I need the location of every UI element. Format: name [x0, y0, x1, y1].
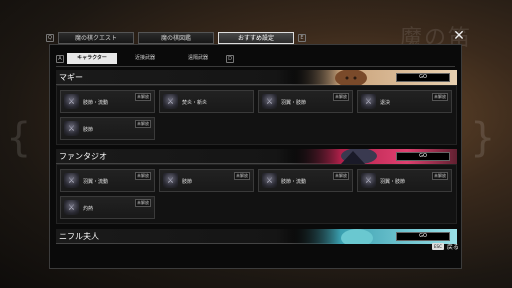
recommendation-card[interactable]: ⚔ 退決 未解放 — [357, 90, 452, 113]
recommendation-card[interactable]: ⚔ 焚炎・新炎 — [159, 90, 254, 113]
weapon-icon: ⚔ — [64, 94, 79, 109]
card-label: 肢節・流動 — [281, 179, 307, 185]
weapon-icon: ⚔ — [64, 173, 79, 188]
tab-prev-key[interactable]: Q — [46, 34, 54, 42]
card-label: 羽翼・流動 — [83, 179, 109, 185]
weapon-icon: ⚔ — [262, 173, 277, 188]
recommendation-card[interactable]: ⚔ 肢節・流動 未解放 — [258, 169, 353, 192]
weapon-icon: ⚔ — [64, 200, 79, 215]
esc-key: ESC — [432, 243, 444, 250]
status-badge: 未解放 — [432, 172, 448, 180]
weapon-icon: ⚔ — [163, 94, 178, 109]
recommended-card-list: ⚔ 羽翼・流動 未解放 ⚔ 肢節 未解放 ⚔ 肢節・流動 未解放 ⚔ 羽翼・肢節… — [56, 164, 457, 224]
subtab-melee-weapon[interactable]: 近接武器 — [120, 53, 170, 64]
recommendation-card[interactable]: ⚔ 肢節・流動 未解放 — [60, 90, 155, 113]
character-name: ニフル夫人 — [59, 232, 99, 241]
recommendation-card[interactable]: ⚔ 肢節 未解放 — [159, 169, 254, 192]
recommendation-card[interactable]: ⚔ 羽翼・肢節 未解放 — [357, 169, 452, 192]
status-badge: 未解放 — [135, 172, 151, 180]
top-tab-bar: Q 魔の棋クエスト 魔の棋図鑑 おすすめ設定 E — [46, 32, 306, 44]
status-badge: 未解放 — [135, 199, 151, 207]
tab-encyclopedia[interactable]: 魔の棋図鑑 — [138, 32, 214, 44]
weapon-icon: ⚔ — [361, 173, 376, 188]
divider — [56, 66, 455, 67]
character-name: マギー — [59, 73, 83, 82]
status-badge: 未解放 — [135, 93, 151, 101]
status-badge: 未解放 — [234, 172, 250, 180]
sub-tab-bar: A キャラクター 近接武器 遠隔武器 D — [56, 53, 234, 64]
go-button[interactable]: GO — [396, 152, 450, 161]
recommendation-card[interactable]: ⚔ 灼熱 未解放 — [60, 196, 155, 219]
status-badge: 未解放 — [135, 120, 151, 128]
recommendation-card[interactable]: ⚔ 羽翼・流動 未解放 — [60, 169, 155, 192]
subtab-prev-key[interactable]: A — [56, 54, 64, 63]
weapon-icon: ⚔ — [64, 121, 79, 136]
card-label: 退決 — [380, 100, 391, 106]
go-button[interactable]: GO — [396, 232, 450, 241]
status-badge: 未解放 — [333, 93, 349, 101]
recommendation-card[interactable]: ⚔ 羽翼・肢節 未解放 — [258, 90, 353, 113]
subtab-ranged-weapon[interactable]: 遠隔武器 — [173, 53, 223, 64]
tab-recommended-settings[interactable]: おすすめ設定 — [218, 32, 294, 44]
back-label: 戻る — [446, 244, 459, 251]
right-bracket-ornament: } — [470, 115, 496, 161]
weapon-icon: ⚔ — [262, 94, 277, 109]
card-label: 羽翼・肢節 — [380, 179, 406, 185]
subtab-character[interactable]: キャラクター — [67, 53, 117, 64]
weapon-icon: ⚔ — [361, 94, 376, 109]
left-bracket-ornament: { — [6, 115, 32, 161]
go-button[interactable]: GO — [396, 73, 450, 82]
card-label: 肢節 — [83, 127, 94, 133]
recommended-card-list: ⚔ 肢節・流動 未解放 ⚔ 焚炎・新炎 ⚔ 羽翼・肢節 未解放 ⚔ 退決 未解放… — [56, 85, 457, 145]
character-banner: ファンタジオ GO — [56, 149, 457, 164]
character-section: ファンタジオ GO ⚔ 羽翼・流動 未解放 ⚔ 肢節 未解放 ⚔ 肢節・流動 未… — [56, 149, 457, 224]
character-banner: マギー GO — [56, 70, 457, 85]
character-section: マギー GO ⚔ 肢節・流動 未解放 ⚔ 焚炎・新炎 ⚔ 羽翼・肢節 未解放 ⚔… — [56, 70, 457, 145]
subtab-next-key[interactable]: D — [226, 54, 234, 63]
character-section: ニフル夫人 GO — [56, 229, 457, 244]
status-badge: 未解放 — [333, 172, 349, 180]
card-label: 肢節 — [182, 179, 193, 185]
status-badge: 未解放 — [432, 93, 448, 101]
recommended-settings-panel: A キャラクター 近接武器 遠隔武器 D マギー GO ⚔ 肢節・流動 未解放 … — [49, 44, 462, 269]
recommendation-card[interactable]: ⚔ 肢節 未解放 — [60, 117, 155, 140]
character-banner: ニフル夫人 GO — [56, 229, 457, 244]
back-button[interactable]: ESC 戻る — [432, 242, 459, 251]
weapon-icon: ⚔ — [163, 173, 178, 188]
card-label: 焚炎・新炎 — [182, 100, 208, 106]
card-label: 羽翼・肢節 — [281, 100, 307, 106]
close-icon[interactable]: ✕ — [452, 29, 466, 43]
card-label: 肢節・流動 — [83, 100, 109, 106]
card-label: 灼熱 — [83, 206, 94, 212]
tab-quest[interactable]: 魔の棋クエスト — [58, 32, 134, 44]
character-name: ファンタジオ — [59, 152, 107, 161]
tab-next-key[interactable]: E — [298, 34, 306, 42]
